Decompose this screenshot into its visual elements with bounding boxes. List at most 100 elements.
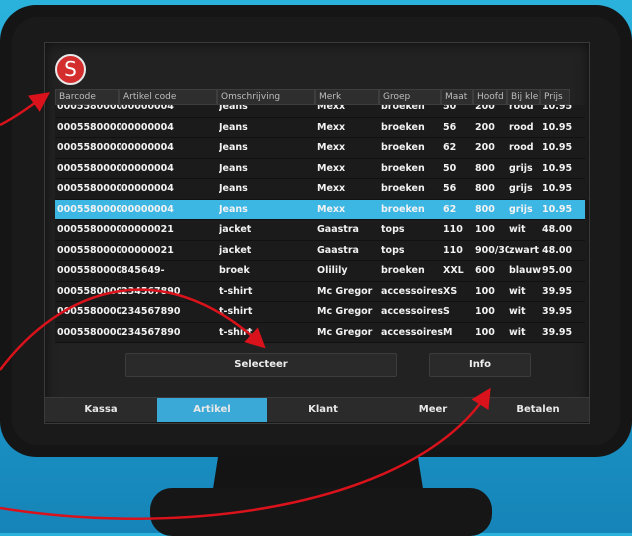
table-cell: 10.95	[542, 183, 573, 194]
table-row[interactable]: 00055800003400000021 jacket Gaastra tops 110…	[55, 220, 585, 241]
table-cell: t-shirt	[219, 285, 253, 297]
select-button[interactable]: Selecteer	[125, 353, 397, 377]
nav-tab-klant[interactable]: Klant	[267, 398, 379, 422]
column-header[interactable]: Omschrijving	[217, 89, 315, 105]
table-cell: 39.95	[542, 326, 573, 338]
table-cell: broeken	[381, 121, 425, 133]
table-row[interactable]: 00055800003200000004 Jeans Mexx broeken 56 20…	[55, 117, 585, 138]
table-cell: broeken	[381, 142, 425, 153]
table-cell: accessoires	[381, 285, 443, 297]
table-cell: 10.95	[542, 203, 573, 215]
table-cell: 39.95	[542, 285, 573, 297]
table-cell: 50	[443, 105, 457, 112]
table-cell: jacket	[219, 224, 252, 235]
table-cell: 00000004	[121, 142, 174, 153]
table-cell: 95.00	[542, 265, 573, 276]
table-row[interactable]: 00055800003400000004 Jeans Mexx broeken 62 80…	[55, 199, 585, 220]
table-cell: Mexx	[317, 142, 346, 153]
column-header[interactable]: Prijs	[540, 89, 570, 105]
table-cell: Mexx	[317, 203, 346, 215]
table-row[interactable]: 000558000037234567890 t-shirt Mc Gregor acc…	[55, 281, 585, 302]
table-cell: accessoires	[381, 306, 443, 317]
table-row[interactable]: 00055800003200000004 Jeans Mexx broeken 50 20…	[55, 105, 585, 118]
table-cell: 00000004	[121, 121, 174, 133]
table-cell: 00000004	[121, 203, 174, 215]
table-cell: Mexx	[317, 121, 346, 133]
table-cell: 10.95	[542, 162, 573, 174]
table-cell: wit	[509, 326, 526, 338]
table-cell: 100	[475, 306, 495, 317]
nav-tab-meer[interactable]: Meer	[379, 398, 487, 422]
table-cell: Jeans	[219, 183, 248, 194]
column-header[interactable]: Artikel code	[119, 89, 217, 105]
table-cell: Mexx	[317, 183, 346, 194]
table-cell: broeken	[381, 183, 425, 194]
table-cell: rood	[509, 142, 534, 153]
table-cell: tops	[381, 244, 405, 256]
table-cell: Olilily	[317, 265, 348, 276]
table-cell: 000558000033	[57, 162, 121, 174]
table-cell: wit	[509, 306, 526, 317]
nav-tab-artikel[interactable]: Artikel	[157, 398, 267, 422]
nav-tab-kassa[interactable]: Kassa	[45, 398, 157, 422]
table-row[interactable]: 000558000037234567890 t-shirt Mc Gregor acc…	[55, 302, 585, 323]
table-cell: 10.95	[542, 105, 573, 112]
pos-screen: S Barcode Artikel code Omschrijving Merk…	[44, 42, 590, 424]
table-cell: 200	[475, 121, 495, 133]
table-cell: Jeans	[219, 121, 248, 133]
table-cell: 56	[443, 183, 457, 194]
table-cell: 000558000034	[57, 203, 121, 215]
table-cell: 000558000032	[57, 105, 121, 112]
table-cell: 48.00	[542, 244, 573, 256]
monitor-base	[150, 488, 492, 536]
column-header[interactable]: Maat	[441, 89, 473, 105]
table-cell: M	[443, 326, 453, 338]
column-header[interactable]: Merk	[315, 89, 379, 105]
info-button[interactable]: Info	[429, 353, 531, 377]
table-cell: zwart g	[509, 244, 542, 256]
table-cell: 000558000033	[57, 183, 121, 194]
nav-tab-betalen[interactable]: Betalen	[487, 398, 589, 422]
table-cell: Mc Gregor	[317, 285, 373, 297]
table-row[interactable]: 00055800003300000004 Jeans Mexx broeken 50 80…	[55, 158, 585, 179]
table-cell: XS	[443, 285, 458, 297]
table-row[interactable]: 000558000037234567890 t-shirt Mc Gregor acc…	[55, 322, 585, 343]
column-header[interactable]: Hoofd	[473, 89, 507, 105]
column-header[interactable]: Barcode	[55, 89, 119, 105]
table-cell: 39.95	[542, 306, 573, 317]
table-cell: 00000004	[121, 162, 174, 174]
table-cell: 234567890	[121, 306, 181, 317]
table-cell: 000558000032	[57, 121, 121, 133]
table-cell: 000558000034	[57, 244, 121, 256]
table-cell: rood	[509, 121, 534, 133]
table-row[interactable]: 00055800003300000004 Jeans Mexx broeken 56 80…	[55, 179, 585, 200]
table-cell: 100	[475, 285, 495, 297]
table-row[interactable]: 00055800003400000021 jacket Gaastra tops 110…	[55, 240, 585, 261]
table-row[interactable]: 00055800003300000004 Jeans Mexx broeken 62 20…	[55, 138, 585, 159]
table-cell: 10.95	[542, 121, 573, 133]
table-cell: 800	[475, 183, 495, 194]
table-cell: Jeans	[219, 142, 248, 153]
table-cell: XXL	[443, 265, 464, 276]
table-cell: tops	[381, 224, 405, 235]
table-cell: Gaastra	[317, 244, 359, 256]
table-cell: wit	[509, 224, 526, 235]
table-cell: Gaastra	[317, 224, 359, 235]
table-cell: broek	[219, 265, 250, 276]
table-cell: blauw	[509, 265, 542, 276]
table-cell: 234567890	[121, 285, 181, 297]
column-header[interactable]: Bij kleu	[507, 89, 540, 105]
table-cell: Mc Gregor	[317, 326, 373, 338]
table-cell: 000558000037	[57, 265, 121, 276]
table-row[interactable]: 000558000037845649- broek Olilily broeken XX…	[55, 261, 585, 282]
table-cell: Mexx	[317, 105, 346, 112]
column-header[interactable]: Groep	[379, 89, 441, 105]
article-table[interactable]: 00055800003200000004JeansMexxbroeken5020…	[55, 105, 585, 343]
table-cell: 000558000037	[57, 326, 121, 338]
table-cell: 00000004	[121, 105, 174, 112]
table-cell: 600	[475, 265, 495, 276]
table-body: 00055800003200000004JeansMexxbroeken5020…	[55, 105, 585, 343]
table-cell: 845649-	[121, 265, 165, 276]
table-cell: broeken	[381, 265, 425, 276]
table-cell: grijs	[509, 203, 533, 215]
